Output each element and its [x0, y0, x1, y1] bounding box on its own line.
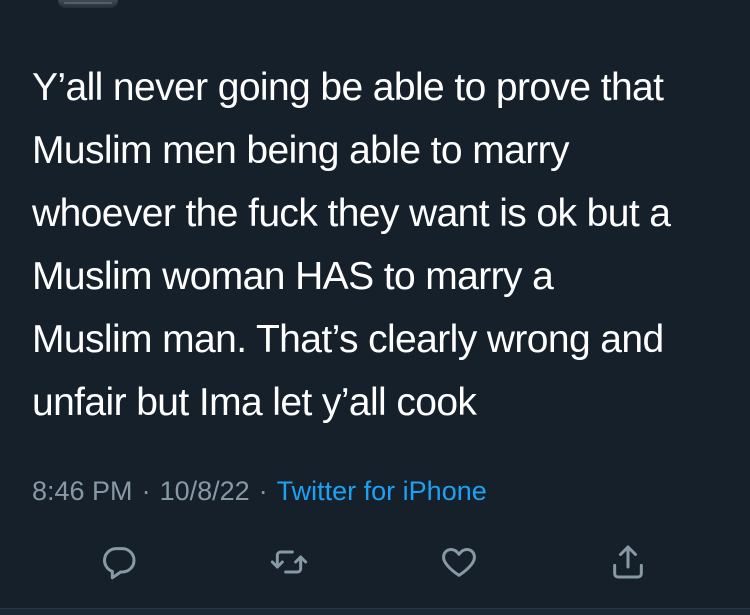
- thumbnail-stripe: [64, 2, 112, 4]
- tweet-text: Y’all never going be able to prove that …: [32, 66, 671, 424]
- like-button[interactable]: [437, 540, 481, 584]
- tweet-date: 10/8/22: [159, 476, 250, 506]
- tweet-source-link[interactable]: Twitter for iPhone: [277, 476, 487, 506]
- separator-dot: ·: [141, 476, 151, 506]
- reply-icon: [103, 547, 136, 580]
- separator-dot: ·: [258, 476, 268, 506]
- retweet-button[interactable]: [267, 540, 311, 584]
- quoted-media-thumbnail[interactable]: [58, 0, 118, 8]
- share-icon: [613, 545, 643, 579]
- tweet-action-bar: [0, 540, 750, 584]
- retweet-icon: [270, 550, 308, 574]
- tweet-metadata: 8:46 PM · 10/8/22 · Twitter for iPhone: [32, 474, 487, 508]
- bottom-divider: [0, 608, 750, 615]
- heart-icon: [442, 548, 476, 577]
- share-button[interactable]: [606, 540, 650, 584]
- tweet-time: 8:46 PM: [32, 476, 133, 506]
- reply-button[interactable]: [97, 540, 141, 584]
